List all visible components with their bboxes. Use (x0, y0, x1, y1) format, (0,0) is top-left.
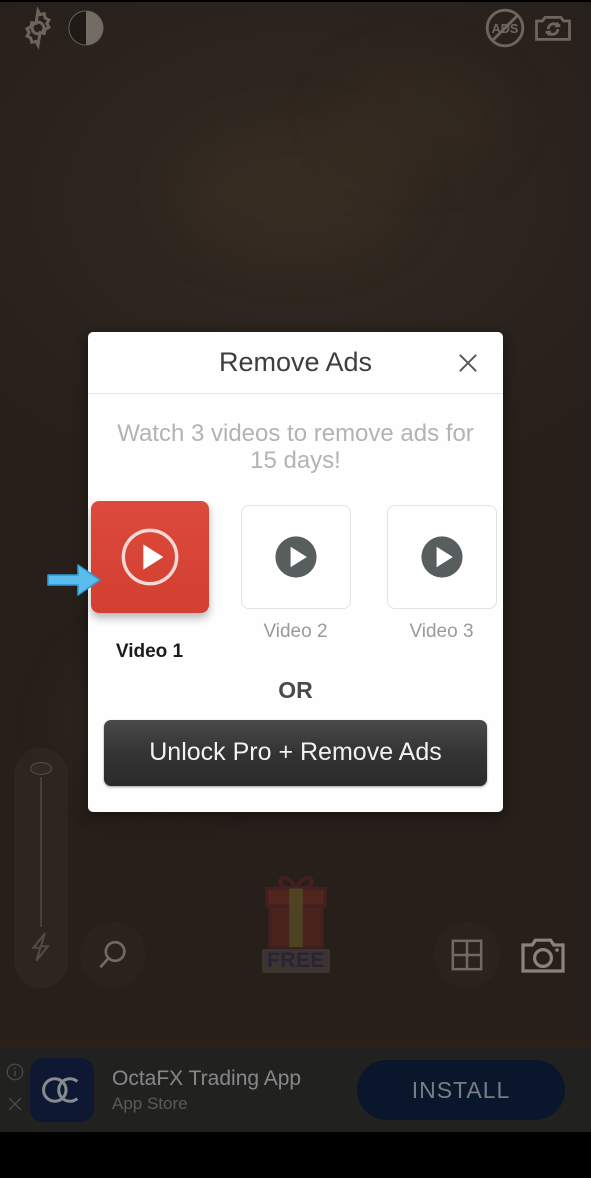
info-icon[interactable] (5, 1062, 25, 1087)
ad-title: OctaFX Trading App (112, 1066, 302, 1090)
bottom-nav-bar (0, 1132, 591, 1178)
zoom-slider-knob[interactable] (30, 762, 52, 775)
focus-grid-icon[interactable] (434, 922, 500, 988)
settings-gear-icon[interactable] (14, 4, 62, 52)
zoom-slider[interactable] (14, 748, 68, 988)
video-3-thumbnail[interactable] (386, 504, 497, 609)
zoom-slider-track[interactable] (40, 777, 42, 927)
ad-subtitle: App Store (112, 1094, 188, 1114)
video-1-label: Video 1 (115, 640, 184, 662)
video-item-1[interactable]: Video 1 (90, 500, 209, 663)
ad-banner-controls (0, 1048, 30, 1132)
no-ads-badge-icon[interactable]: ADS (481, 4, 529, 52)
pointer-arrow-icon (46, 562, 102, 603)
app-screen: ADS FREE Remove Ads Watch 3 videos to re… (0, 0, 591, 1178)
video-3-label: Video 3 (409, 620, 474, 642)
gift-free-label: FREE (261, 949, 330, 973)
video-list: Video 1 Video 2 Video 3 (88, 475, 503, 663)
unlock-pro-button[interactable]: Unlock Pro + Remove Ads (104, 719, 487, 786)
remove-ads-dialog: Remove Ads Watch 3 videos to remove ads … (88, 332, 503, 812)
flip-camera-icon[interactable] (529, 4, 577, 52)
ad-advertiser-logo (30, 1058, 94, 1122)
free-gift-icon[interactable]: FREE (256, 868, 336, 980)
flash-icon[interactable] (23, 927, 59, 972)
search-icon[interactable] (80, 922, 146, 988)
dialog-header: Remove Ads (88, 332, 503, 394)
video-2-label: Video 2 (263, 620, 328, 642)
contrast-icon[interactable] (62, 4, 110, 52)
top-toolbar: ADS (0, 0, 591, 56)
svg-text:ADS: ADS (492, 22, 519, 36)
close-icon[interactable] (450, 345, 486, 381)
install-button[interactable]: INSTALL (357, 1060, 565, 1120)
video-item-3[interactable]: Video 3 (383, 501, 501, 643)
video-item-2[interactable]: Video 2 (237, 501, 355, 643)
close-icon[interactable] (5, 1094, 25, 1119)
or-separator-label: OR (278, 676, 313, 703)
dialog-title: Remove Ads (218, 347, 373, 377)
video-1-thumbnail[interactable] (90, 500, 209, 613)
unlock-button-wrap: Unlock Pro + Remove Ads (88, 704, 503, 812)
ad-text-block: OctaFX Trading App App Store (112, 1066, 357, 1114)
dialog-subtitle: Watch 3 videos to remove ads for 15 days… (117, 420, 474, 475)
ad-banner[interactable]: OctaFX Trading App App Store INSTALL (0, 1048, 591, 1132)
camera-shutter-button[interactable] (510, 922, 576, 988)
video-2-thumbnail[interactable] (240, 504, 351, 609)
